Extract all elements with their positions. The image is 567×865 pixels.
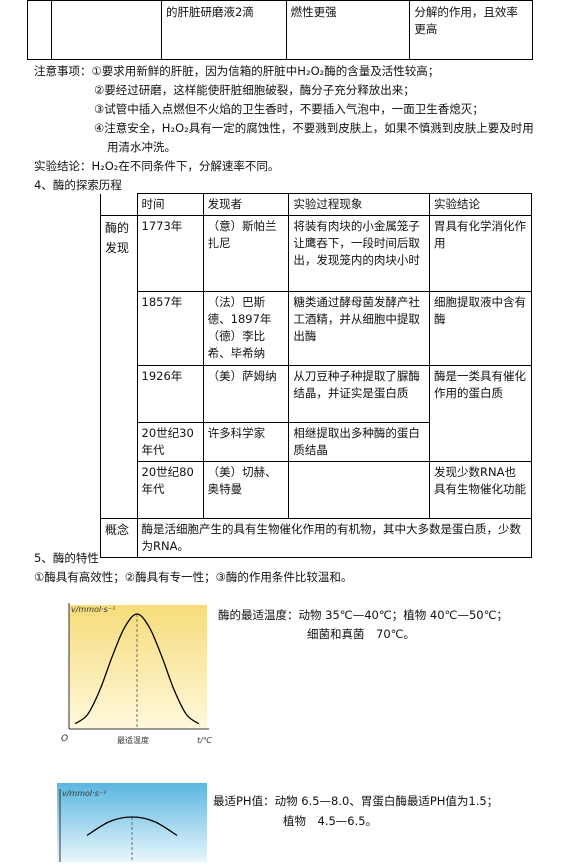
top-cell-2 xyxy=(50,0,162,60)
notes-item-4: ④注意安全，H₂O₂具有一定的腐蚀性，不要溅到皮肤上，如果不慎溅到皮肤上要及时用 xyxy=(94,121,534,135)
row-5-who: （美）切赫、奥特曼 xyxy=(202,461,290,519)
optimal-temp-line-2: 细菌和真菌 70℃。 xyxy=(307,627,416,641)
header-conclusion: 实验结论 xyxy=(429,193,532,216)
row-5-conclusion: 发现少数RNA也具有生物催化功能 xyxy=(429,461,532,519)
temperature-chart-svg: v/mmol·s⁻¹ O 最适温度 t/℃ xyxy=(61,603,213,745)
row-1-conclusion: 胃具有化学消化作用 xyxy=(429,215,532,292)
enzyme-properties: ①酶具有高效性；②酶具有专一性；③酶的作用条件比较温和。 xyxy=(34,570,353,584)
top-table: 的肝脏研磨液2滴 燃性更强 分解的作用，且效率更高 xyxy=(27,0,533,60)
top-cell-5: 分解的作用，且效率更高 xyxy=(409,0,533,60)
header-time: 时间 xyxy=(136,193,204,216)
notes-line-1: 注意事项：①要求用新鲜的肝脏，因为信箱的肝脏中H₂O₂酶的含量及活性较高； xyxy=(34,62,439,80)
temperature-origin-label: O xyxy=(61,734,68,744)
ph-chart: v/mmol·s⁻¹ xyxy=(57,783,207,862)
section-4-title: 4、酶的探索历程 xyxy=(34,178,122,192)
row-2-who: （法）巴斯德、1897年（德）李比希、毕希纳 xyxy=(202,291,290,366)
header-process: 实验过程现象 xyxy=(288,193,431,216)
top-cell-3: 的肝脏研磨液2滴 xyxy=(160,0,287,60)
top-cell-1 xyxy=(27,0,52,60)
experiment-conclusion: 实验结论：H₂O₂在不同条件下，分解速率不同。 xyxy=(34,159,280,173)
row-3-time: 1926年 xyxy=(136,365,204,423)
notes-item-1: ①要求用新鲜的肝脏，因为信箱的肝脏中H₂O₂酶的含量及活性较高； xyxy=(91,64,440,78)
row-3-process: 从刀豆种子种提取了脲酶结晶，并证实是蛋白质 xyxy=(288,365,431,423)
row-2-conclusion: 细胞提取液中含有酶 xyxy=(429,291,532,366)
row-4-process: 相继提取出多种酶的蛋白质结晶 xyxy=(288,422,431,462)
row-1-who: （意）斯帕兰扎尼 xyxy=(202,215,290,292)
temperature-x-label: t/℃ xyxy=(197,736,213,745)
ph-chart-svg: v/mmol·s⁻¹ xyxy=(57,783,207,862)
temperature-chart: v/mmol·s⁻¹ O 最适温度 t/℃ xyxy=(57,599,218,749)
notes-item-3: ③试管中插入点燃但不火焰的卫生香时，不要插入气泡中，一面卫生香熄灭； xyxy=(94,102,484,116)
row-3-who: （美）萨姆纳 xyxy=(202,365,290,423)
row-5-time: 20世纪80年代 xyxy=(136,461,204,519)
history-table: 时间 发现者 实验过程现象 实验结论 酶的发现 1773年 （意）斯帕兰扎尼 将… xyxy=(100,193,533,558)
top-cell-4: 燃性更强 xyxy=(285,0,411,60)
optimal-temp-line-1: 酶的最适温度：动物 35℃—40℃；植物 40℃—50℃； xyxy=(218,608,509,622)
concept-text: 酶是活细胞产生的具有生物催化作用的有机物，其中大多数是蛋白质，少数为RNA。 xyxy=(136,518,533,558)
concept-label: 概念 xyxy=(100,518,138,558)
ph-y-label: v/mmol·s⁻¹ xyxy=(62,789,106,798)
notes-label: 注意事项： xyxy=(34,64,92,78)
row-1-process: 将装有肉块的小金属笼子让鹰吞下，一段时间后取出，发现笼内的肉块小时 xyxy=(288,215,431,292)
row-2-process: 糖类通过酵母菌发酵产社工酒精，并从细胞中提取出酶 xyxy=(288,291,431,366)
row-3-conclusion: 酶是一类具有催化作用的蛋白质 xyxy=(429,365,532,462)
group-label: 酶的发现 xyxy=(100,215,138,519)
row-4-time: 20世纪30年代 xyxy=(136,422,204,462)
row-1-time: 1773年 xyxy=(136,215,204,292)
temperature-y-label: v/mmol·s⁻¹ xyxy=(71,605,115,614)
temperature-optimum-label: 最适温度 xyxy=(117,735,149,745)
notes-item-5: 用清水冲洗。 xyxy=(107,140,176,154)
row-5-process xyxy=(288,461,431,519)
notes-item-2: ②要经过研磨，这样能使肝脏细胞破裂，酶分子充分释放出来； xyxy=(94,83,415,97)
optimal-ph-line-2: 植物 4.5—6.5。 xyxy=(283,814,378,828)
section-5-title: 5、酶的特性 xyxy=(34,551,99,565)
row-2-time: 1857年 xyxy=(136,291,204,366)
optimal-ph-line-1: 最适PH值：动物 6.5—8.0、胃蛋白酶最适PH值为1.5； xyxy=(213,794,499,808)
header-blank xyxy=(100,193,138,216)
row-4-who: 许多科学家 xyxy=(202,422,290,462)
header-discoverer: 发现者 xyxy=(202,193,290,216)
